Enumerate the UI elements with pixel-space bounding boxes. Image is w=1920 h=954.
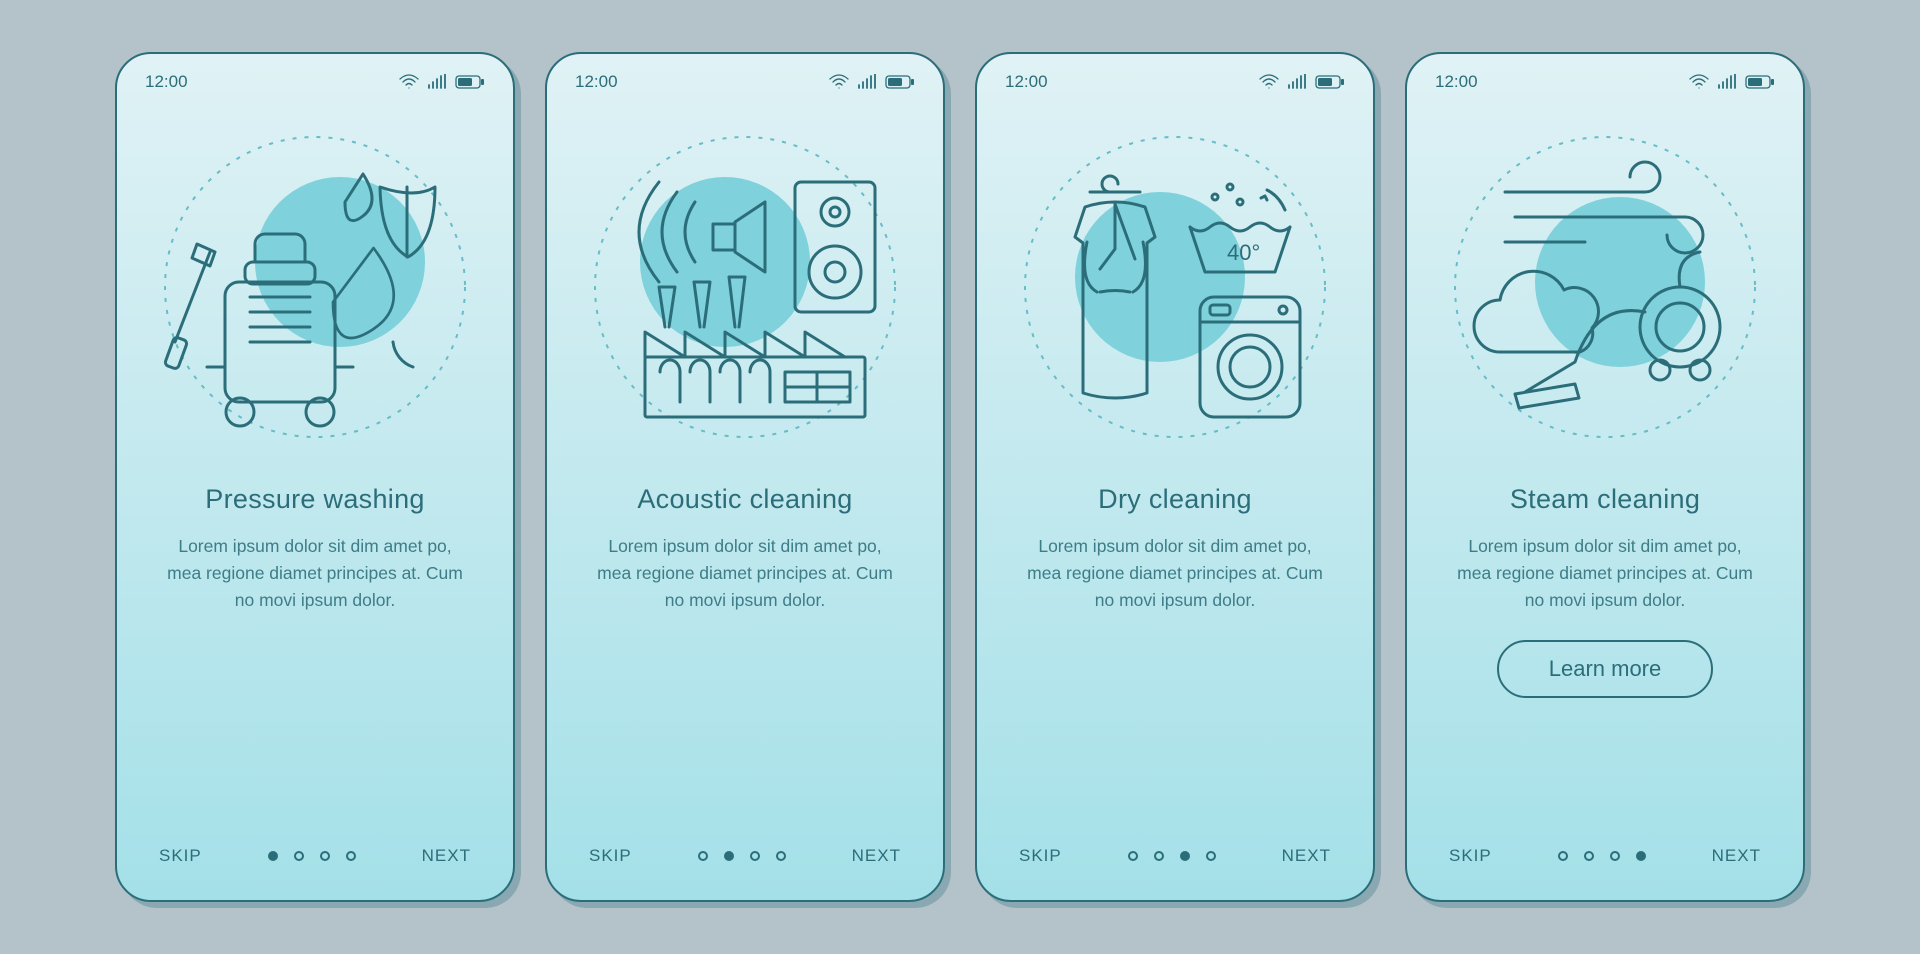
phone-screen-2: 12:00 [545,52,945,902]
page-dot-4[interactable] [776,851,786,861]
status-icons [399,74,485,90]
next-button[interactable]: NEXT [422,846,471,866]
illustration-acoustic-cleaning [547,112,943,472]
next-button[interactable]: NEXT [852,846,901,866]
page-dot-4[interactable] [1206,851,1216,861]
nav-bar: SKIP NEXT [117,846,513,866]
signal-icon [1287,74,1307,90]
page-dot-4[interactable] [1636,851,1646,861]
status-bar: 12:00 [1407,54,1803,92]
page-dot-3[interactable] [320,851,330,861]
status-bar: 12:00 [977,54,1373,92]
skip-button[interactable]: SKIP [1019,846,1062,866]
status-time: 12:00 [1435,72,1478,92]
learn-more-button[interactable]: Learn more [1497,640,1714,698]
illustration-dry-cleaning: 40° [977,112,1373,472]
status-bar: 12:00 [117,54,513,92]
page-dot-3[interactable] [1610,851,1620,861]
illustration-pressure-washing [117,112,513,472]
page-dot-4[interactable] [346,851,356,861]
screen-description: Lorem ipsum dolor sit dim amet po, mea r… [117,515,513,614]
status-time: 12:00 [145,72,188,92]
page-dot-2[interactable] [1154,851,1164,861]
nav-bar: SKIP NEXT [547,846,943,866]
page-dot-1[interactable] [1128,851,1138,861]
page-dot-1[interactable] [698,851,708,861]
battery-icon [1315,74,1345,90]
phone-screen-4: 12:00 [1405,52,1805,902]
wifi-icon [1689,74,1709,90]
wifi-icon [399,74,419,90]
pagination-dots [1128,851,1216,861]
page-dot-3[interactable] [1180,851,1190,861]
screen-description: Lorem ipsum dolor sit dim amet po, mea r… [977,515,1373,614]
pagination-dots [698,851,786,861]
page-dot-3[interactable] [750,851,760,861]
skip-button[interactable]: SKIP [159,846,202,866]
screen-title: Steam cleaning [1407,484,1803,515]
page-dot-1[interactable] [268,851,278,861]
screen-title: Acoustic cleaning [547,484,943,515]
signal-icon [857,74,877,90]
wifi-icon [1259,74,1279,90]
phone-screen-1: 12:00 [115,52,515,902]
phone-mockup-row: 12:00 [75,12,1845,942]
phone-screen-3: 12:00 [975,52,1375,902]
nav-bar: SKIP NEXT [977,846,1373,866]
status-icons [1259,74,1345,90]
skip-button[interactable]: SKIP [1449,846,1492,866]
screen-description: Lorem ipsum dolor sit dim amet po, mea r… [547,515,943,614]
battery-icon [885,74,915,90]
pagination-dots [268,851,356,861]
status-time: 12:00 [575,72,618,92]
skip-button[interactable]: SKIP [589,846,632,866]
screen-title: Pressure washing [117,484,513,515]
wifi-icon [829,74,849,90]
svg-text:40°: 40° [1227,240,1260,265]
illustration-steam-cleaning [1407,112,1803,472]
signal-icon [427,74,447,90]
next-button[interactable]: NEXT [1712,846,1761,866]
page-dot-2[interactable] [1584,851,1594,861]
nav-bar: SKIP NEXT [1407,846,1803,866]
page-dot-2[interactable] [294,851,304,861]
page-dot-1[interactable] [1558,851,1568,861]
signal-icon [1717,74,1737,90]
status-bar: 12:00 [547,54,943,92]
screen-title: Dry cleaning [977,484,1373,515]
page-dot-2[interactable] [724,851,734,861]
status-icons [829,74,915,90]
battery-icon [1745,74,1775,90]
status-time: 12:00 [1005,72,1048,92]
pagination-dots [1558,851,1646,861]
screen-description: Lorem ipsum dolor sit dim amet po, mea r… [1407,515,1803,614]
status-icons [1689,74,1775,90]
next-button[interactable]: NEXT [1282,846,1331,866]
battery-icon [455,74,485,90]
